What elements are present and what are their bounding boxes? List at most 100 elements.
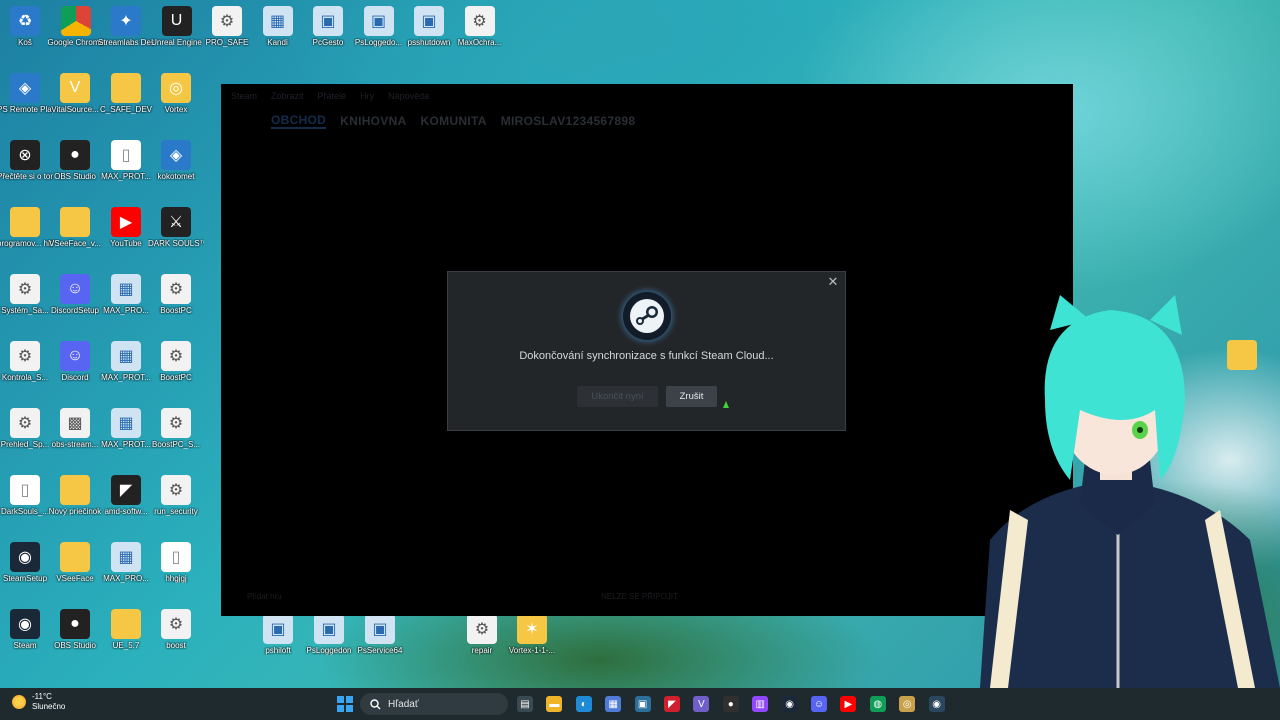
desktop-shortcut[interactable]: ✦ Streamlabs Desktop [98, 6, 154, 47]
desktop-shortcut[interactable]: ☺ DiscordSetup [47, 274, 103, 315]
store-icon[interactable]: ▦ [605, 696, 622, 712]
desktop-shortcut[interactable]: ▩ obs-stream... [47, 408, 103, 449]
task-view-icon[interactable]: ▤ [517, 696, 533, 712]
tab-store[interactable]: OBCHOD [271, 113, 327, 129]
tab-community[interactable]: KOMUNITA [421, 114, 487, 128]
desktop-shortcut[interactable]: ▯ DarkSouls_... [0, 475, 53, 516]
desktop-shortcut-label: DarkSouls_... [0, 507, 50, 516]
desktop-shortcut[interactable]: Google Chrome [48, 6, 104, 47]
desktop-shortcut[interactable]: ⚙ PRO_SAFE [199, 6, 255, 47]
desktop-shortcut-label: MAX_PROT... [101, 373, 151, 382]
tab-profile[interactable]: MIROSLAV1234567898 [501, 114, 636, 128]
desktop-shortcut-label: Systém_Sa... [1, 306, 49, 315]
desktop-shortcut[interactable]: ⚙ repair [454, 614, 510, 655]
desktop-shortcut[interactable]: ◉ Steam [0, 609, 53, 650]
vitalsource-icon[interactable]: V [693, 696, 710, 712]
desktop-shortcut[interactable]: ▦ MAX_PRO... [98, 542, 154, 583]
desktop-shortcut[interactable]: V VitalSource... [47, 73, 103, 114]
menu-friends[interactable]: Přátelé [318, 91, 347, 101]
desktop-shortcut[interactable]: ✶ Vortex-1-1-... [504, 614, 560, 655]
desktop-shortcut[interactable]: programov... hitr [0, 207, 53, 248]
desktop-shortcut[interactable]: VSeeFace [47, 542, 103, 583]
desktop-shortcut[interactable]: ⚙ Prehled_Sp... [0, 408, 53, 449]
tab-library[interactable]: KNIHOVNA [340, 114, 406, 128]
desktop-shortcut[interactable]: ☺ Discord [47, 341, 103, 382]
desktop-shortcut[interactable]: ♻ Koš [0, 6, 53, 47]
gear-icon: ⚙ [161, 408, 191, 438]
weather-temp: -11°C [32, 692, 52, 701]
folder-icon [60, 542, 90, 572]
desktop-shortcut[interactable]: ⚙ boost [148, 609, 204, 650]
steam-active-icon[interactable]: ◉ [928, 696, 945, 712]
vortex-icon: ✶ [517, 614, 547, 644]
steam-icon[interactable]: ◉ [781, 696, 798, 712]
document-icon: ▯ [111, 140, 141, 170]
desktop-shortcut[interactable]: Nový priečinok [47, 475, 103, 516]
desktop-shortcut[interactable]: ● OBS Studio [47, 609, 103, 650]
desktop-shortcut[interactable]: ⚙ MaxOchra... [452, 6, 508, 47]
desktop-shortcut[interactable]: ▣ PcGesto [300, 6, 356, 47]
taskbar-search[interactable]: Hľadať [360, 693, 508, 715]
desktop-shortcut[interactable]: ▣ PsService64 [352, 614, 408, 655]
desktop-shortcut[interactable]: ▦ MAX_PRO... [98, 274, 154, 315]
desktop-shortcut[interactable]: C_SAFE_DEV [98, 73, 154, 114]
desktop-shortcut[interactable]: ▣ PsLoggedo... [351, 6, 407, 47]
desktop-shortcut[interactable]: ⚙ run_security [148, 475, 204, 516]
menu-view[interactable]: Zobrazit [271, 91, 304, 101]
desktop-shortcut[interactable]: ▣ PsLoggedon [301, 614, 357, 655]
desktop-shortcut-label: run_security [154, 507, 198, 516]
menu-steam[interactable]: Steam [231, 91, 257, 101]
weather-widget[interactable]: -11°C Slunečno [12, 692, 65, 712]
obs-icon[interactable]: ● [722, 696, 739, 712]
amd-icon[interactable]: ◤ [664, 696, 680, 712]
gear-icon: ⚙ [467, 614, 497, 644]
discord-icon[interactable]: ☺ [811, 696, 827, 712]
file-explorer-icon[interactable]: ▬ [546, 696, 563, 712]
menu-games[interactable]: Hry [360, 91, 374, 101]
desktop-shortcut[interactable]: ⚙ BoostPC_S... [148, 408, 204, 449]
desktop-shortcut[interactable]: ⚙ Systém_Sa... [0, 274, 53, 315]
menu-help[interactable]: Nápověda [388, 91, 429, 101]
desktop-shortcut-label: Streamlabs Desktop [98, 38, 154, 47]
desktop-shortcut[interactable]: ⊗ Přečtěte si o tomto [0, 140, 53, 181]
desktop-shortcut[interactable]: ⚙ Kontrola_S... [0, 341, 53, 382]
desktop-shortcut[interactable]: ▯ MAX_PROT... [98, 140, 154, 181]
desktop-shortcut[interactable]: ◤ amd-softw... [98, 475, 154, 516]
desktop-shortcut[interactable]: ▣ psshutdown [401, 6, 457, 47]
desktop-shortcut[interactable]: ● OBS Studio [47, 140, 103, 181]
cancel-button[interactable]: Zrušit [666, 386, 717, 407]
add-game-button[interactable]: Přidat hru [247, 592, 282, 601]
twitch-icon[interactable]: ▥ [752, 696, 769, 712]
window-icon: ▣ [263, 614, 293, 644]
desktop-shortcut[interactable]: ⚙ BoostPC [148, 274, 204, 315]
desktop-shortcut[interactable]: U Unreal Engine [149, 6, 205, 47]
desktop-shortcut[interactable]: ◎ Vortex [148, 73, 204, 114]
connection-status: NELZE SE PŘIPOJIT [601, 592, 678, 601]
desktop-shortcut[interactable]: ◉ SteamSetup [0, 542, 53, 583]
app-icon: ▩ [60, 408, 90, 438]
youtube-icon: ▶ [111, 207, 141, 237]
edge-icon[interactable]: ◐ [575, 696, 592, 712]
desktop-shortcut[interactable]: ◈ PS Remote Play [0, 73, 53, 114]
desktop-shortcut[interactable]: ▯ hhgjgj [148, 542, 204, 583]
gear-icon: ⚙ [10, 408, 40, 438]
steam-icon: ◉ [10, 542, 40, 572]
desktop-shortcut[interactable]: ⚙ BoostPC [148, 341, 204, 382]
vortex-icon[interactable]: ◎ [899, 696, 916, 712]
desktop-shortcut[interactable]: ▣ pshiloft [250, 614, 306, 655]
steam-menubar: Steam Zobrazit Přátelé Hry Nápověda [221, 84, 1073, 108]
chrome-icon[interactable]: ◍ [869, 696, 886, 712]
desktop-shortcut[interactable]: ⚔ DARK SOULS™ II [148, 207, 204, 248]
app-icon[interactable]: ▣ [634, 696, 651, 712]
desktop-shortcut[interactable]: ▦ MAX_PROT... [98, 341, 154, 382]
close-icon[interactable]: ✕ [826, 275, 840, 289]
desktop-shortcut[interactable]: VSeeFace_v... [47, 207, 103, 248]
desktop-shortcut[interactable]: ◈ kokotomet [148, 140, 204, 181]
desktop-shortcut-label: PsLoggedo... [354, 38, 403, 47]
windows-start-icon[interactable] [337, 696, 353, 712]
youtube-icon[interactable]: ▶ [840, 696, 857, 712]
desktop-shortcut[interactable]: ▦ MAX_PROT... [98, 408, 154, 449]
desktop-shortcut[interactable]: ▦ Kandi [250, 6, 306, 47]
desktop-shortcut[interactable]: ▶ YouTube [98, 207, 154, 248]
desktop-shortcut[interactable]: UE_5.7 [98, 609, 154, 650]
